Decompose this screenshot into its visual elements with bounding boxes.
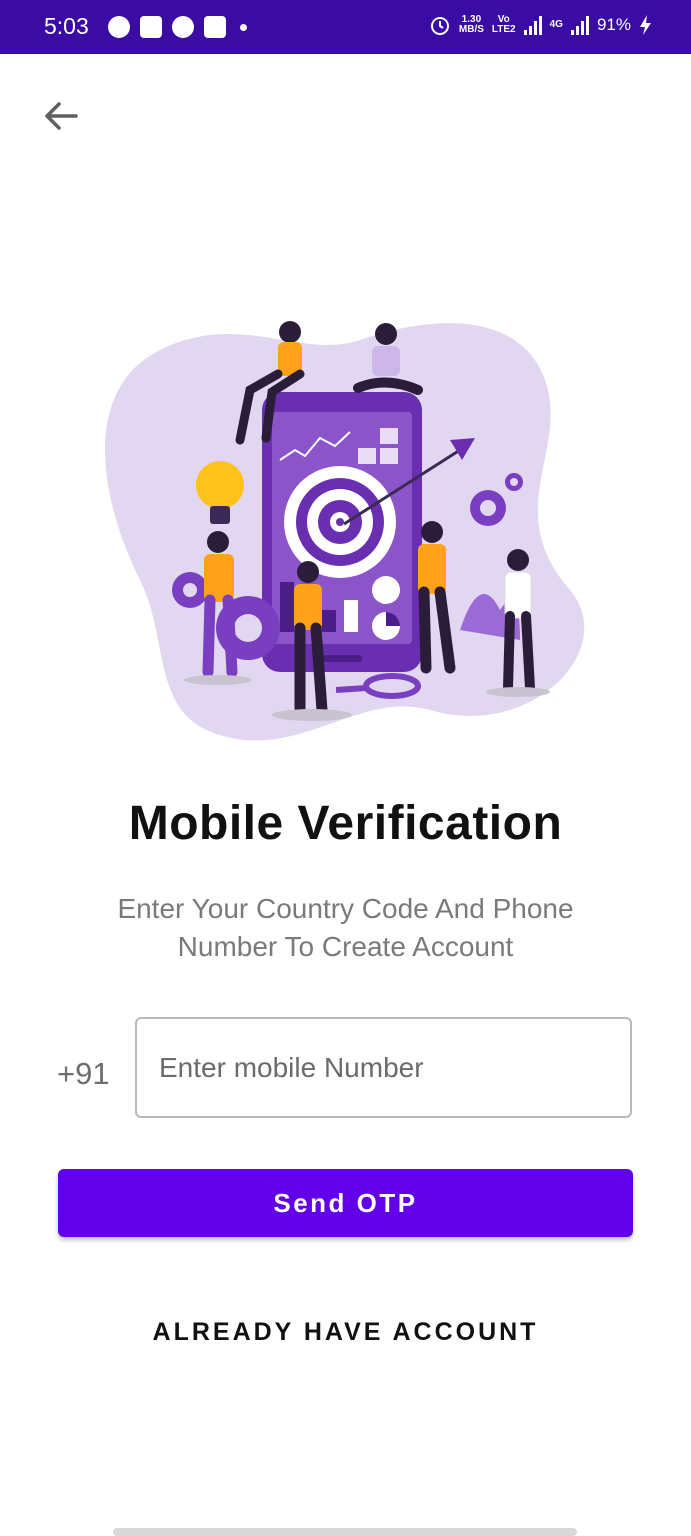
target-icon bbox=[284, 466, 396, 578]
volte-indicator: Vo LTE2 bbox=[491, 14, 516, 35]
navigation-gesture-bar[interactable] bbox=[113, 1528, 577, 1536]
send-otp-button[interactable]: Send OTP bbox=[58, 1169, 633, 1237]
system-icons: 1.30 MB/S Vo LTE2 4G 91% bbox=[429, 14, 653, 36]
battery-percent: 91% bbox=[596, 15, 631, 34]
signal-icon-2 bbox=[570, 15, 589, 35]
app-store-icon bbox=[204, 16, 226, 38]
more-notifications-dot bbox=[240, 23, 247, 31]
back-button[interactable] bbox=[40, 96, 82, 136]
status-bar: 5:03 1.30 MB/S Vo LTE2 4G 91% bbox=[0, 0, 691, 54]
status-time: 5:03 bbox=[44, 13, 89, 39]
mobile-number-input[interactable] bbox=[135, 1017, 632, 1118]
verification-illustration bbox=[105, 321, 585, 741]
alarm-icon bbox=[430, 17, 449, 35]
signal-icon bbox=[523, 15, 542, 35]
notification-icons bbox=[108, 16, 247, 38]
page-title: Mobile Verification bbox=[128, 797, 563, 850]
country-code[interactable]: +91 bbox=[57, 1056, 110, 1092]
page-subtitle: Enter Your Country Code And Phone Number… bbox=[117, 893, 574, 962]
already-have-account-link[interactable]: ALREADY HAVE ACCOUNT bbox=[0, 1318, 691, 1347]
network-type: 4G bbox=[549, 19, 563, 30]
charging-icon bbox=[640, 15, 651, 35]
spotify-icon bbox=[108, 16, 130, 38]
network-speed: 1.30 MB/S bbox=[458, 14, 484, 35]
app-notification-icon bbox=[140, 16, 162, 38]
music-app-icon bbox=[172, 16, 194, 38]
arrow-left-icon bbox=[45, 102, 78, 130]
